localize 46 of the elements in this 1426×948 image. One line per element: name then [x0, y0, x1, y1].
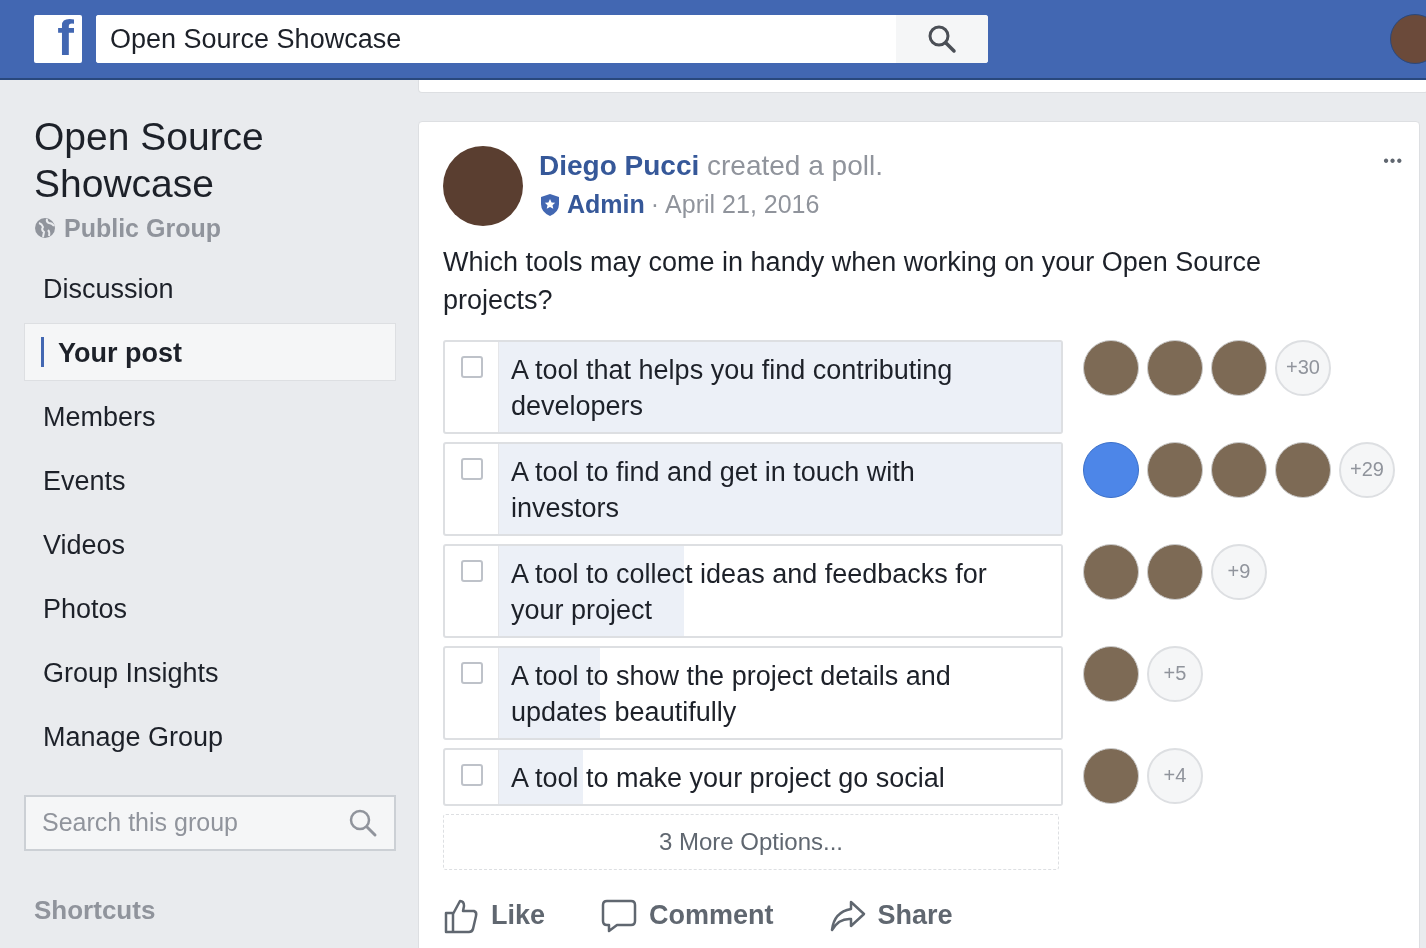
poll-option[interactable]: A tool to find and get in touch with investors — [443, 441, 1063, 536]
sidebar-item[interactable]: Videos — [24, 514, 396, 573]
checkbox[interactable] — [460, 763, 483, 786]
group-search-field[interactable]: Search this group — [26, 807, 348, 839]
admin-link[interactable]: Admin — [567, 190, 645, 219]
sidebar-item[interactable]: Manage Group — [24, 706, 396, 765]
sidebar-item[interactable]: Your post — [24, 322, 396, 381]
checkbox[interactable] — [460, 457, 483, 480]
thumbs-up-icon — [443, 897, 479, 934]
option-label: A tool to collect ideas and feedbacks for your project — [510, 557, 988, 627]
globe-icon — [34, 217, 56, 240]
poll-option[interactable]: A tool to collect ideas and feedbacks for your project — [443, 543, 1063, 638]
shield-star-icon — [539, 192, 561, 217]
option-label: A tool that helps you find contributing developers — [510, 353, 954, 423]
sidebar-item[interactable]: Discussion — [24, 258, 396, 317]
poll-question: Which tools may come in handy when working on your Open Source projects? — [443, 246, 1262, 317]
more-options-link[interactable]: 3 More Options... — [443, 813, 1059, 870]
checkbox[interactable] — [460, 559, 483, 582]
search-icon[interactable] — [348, 807, 378, 838]
post-action: created a poll. — [707, 150, 883, 181]
like-button[interactable]: Like — [443, 897, 546, 934]
speech-bubble-icon — [601, 897, 638, 934]
separator: · — [650, 190, 660, 219]
option-label: A tool to make your project go social — [510, 761, 946, 795]
sidebar-item[interactable]: Members — [24, 386, 396, 445]
sidebar-item[interactable]: Events — [24, 450, 396, 509]
option-label: A tool to show the project details and updates beautifully — [510, 659, 952, 729]
poll-option[interactable]: A tool to show the project details and updates beautifully — [443, 645, 1063, 740]
comment-button[interactable]: Comment — [601, 897, 774, 934]
author-link[interactable]: Diego Pucci — [539, 150, 700, 181]
checkbox[interactable] — [460, 355, 483, 378]
sidebar-item[interactable]: Photos — [24, 578, 396, 637]
option-label: A tool to find and get in touch with investors — [510, 455, 916, 525]
logo[interactable]: f — [34, 15, 82, 63]
search-icon — [927, 24, 957, 54]
search-button[interactable] — [896, 15, 988, 63]
shortcuts-heading: Shortcuts — [33, 894, 157, 926]
more-options-button[interactable]: ••• — [1383, 146, 1403, 176]
poll-option[interactable]: A tool to make your project go social — [443, 747, 1063, 806]
group-search-bar[interactable]: Search this group — [24, 794, 396, 851]
share-button[interactable]: Share — [829, 897, 953, 934]
poll-option[interactable]: A tool that helps you find contributing developers — [443, 339, 1063, 434]
group-title: Open Source Showcase — [33, 114, 265, 207]
sidebar-item[interactable]: Group Insights — [24, 642, 396, 701]
checkbox[interactable] — [460, 661, 483, 684]
group-privacy: Public Group — [64, 213, 221, 243]
